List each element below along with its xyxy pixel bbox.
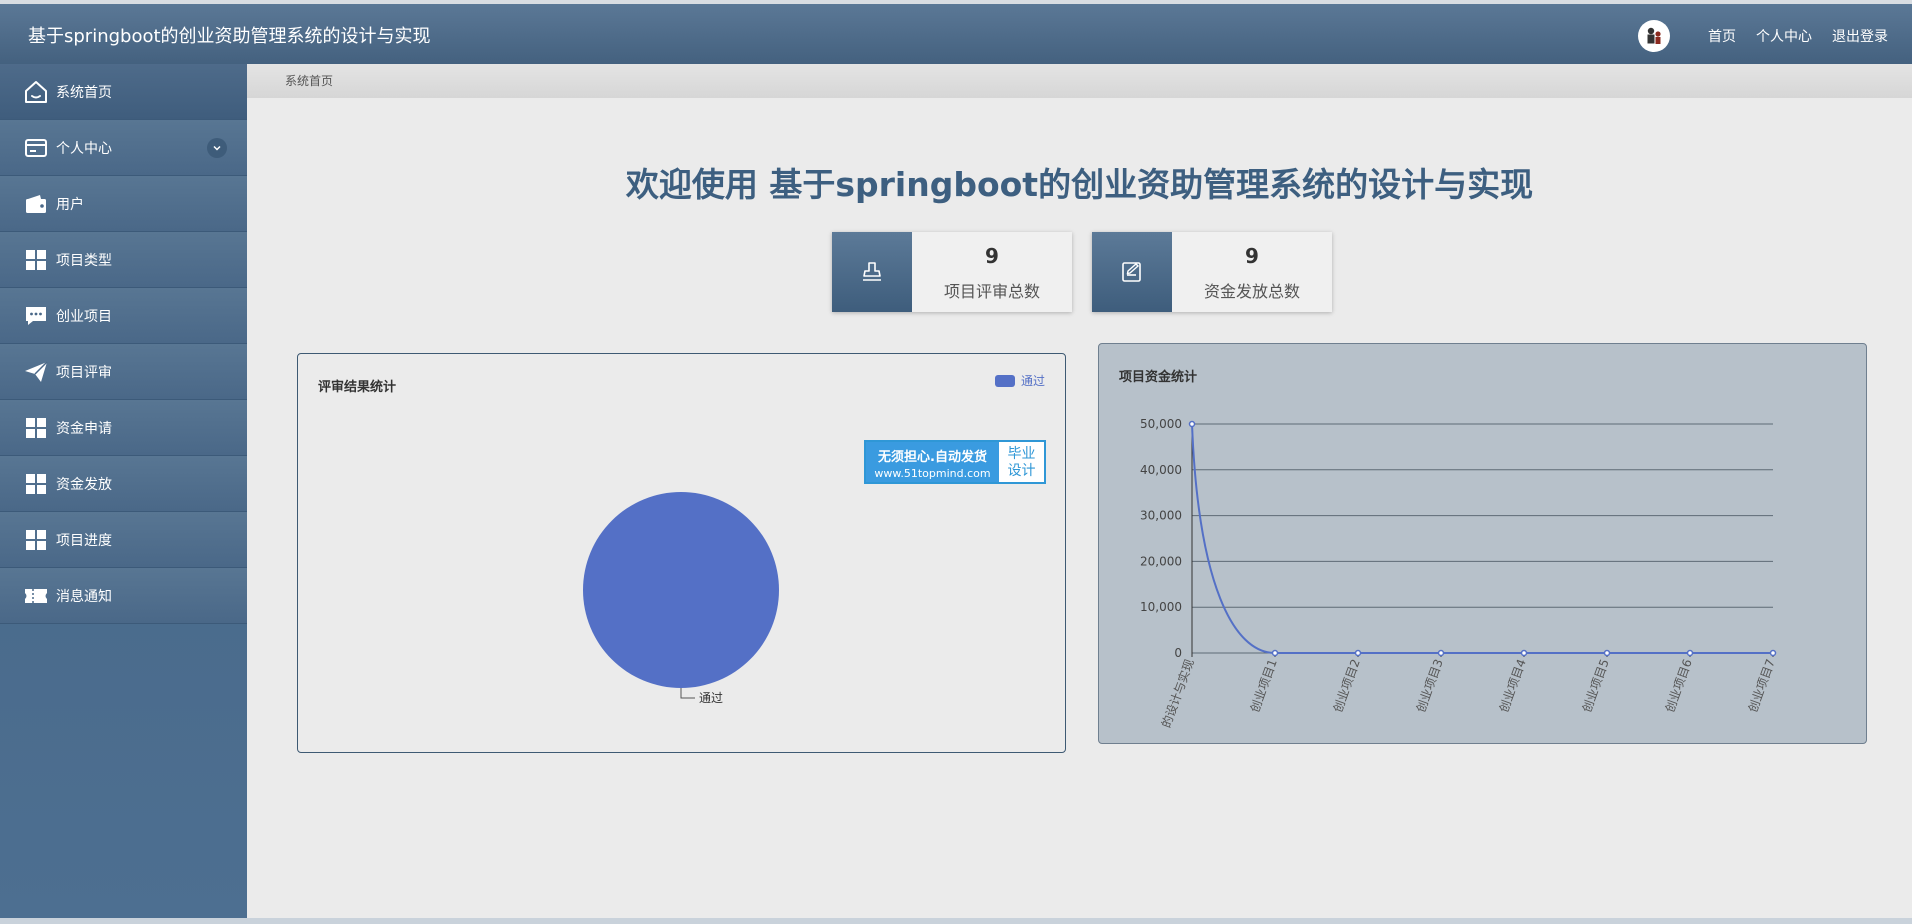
grid-icon xyxy=(22,414,50,442)
data-point xyxy=(1603,649,1611,657)
data-point xyxy=(1188,420,1196,428)
y-tick-label: 40,000 xyxy=(1140,463,1182,477)
x-tick-label: 创业项目4 xyxy=(1497,657,1529,714)
data-point xyxy=(1520,649,1528,657)
stat-body: 9 资金发放总数 xyxy=(1172,232,1332,312)
line-chart: 0 10,000 20,000 30,000 40,000 50,000 的设计与实现 创业项… xyxy=(1140,417,1778,730)
sidebar-item-profile[interactable]: 个人中心 xyxy=(0,120,247,176)
sidebar-item-label: 资金发放 xyxy=(56,476,112,493)
x-tick-label: 创业项目1 xyxy=(1248,657,1280,714)
sidebar-item-project-review[interactable]: 项目评审 xyxy=(0,344,247,400)
stat-value: 9 xyxy=(985,244,999,268)
x-tick-label: 创业项目5 xyxy=(1580,657,1612,714)
stat-icon-box xyxy=(832,232,912,312)
top-nav: 首页 个人中心 退出登录 xyxy=(1638,20,1888,52)
sidebar-item-label: 创业项目 xyxy=(56,308,112,325)
y-tick-label: 20,000 xyxy=(1140,554,1182,568)
stat-label: 资金发放总数 xyxy=(1203,282,1300,301)
avatar-icon xyxy=(1647,27,1661,44)
sidebar: 系统首页 个人中心 用户 项目类型 创业项目 项目评审 资金申请 资金发放 项目… xyxy=(0,64,247,918)
bottom-strip xyxy=(0,918,1912,924)
stat-label: 项目评审总数 xyxy=(943,282,1040,301)
paper-plane-icon xyxy=(22,358,50,386)
stat-card-review-total: 9 项目评审总数 xyxy=(832,232,1072,312)
nav-home-link[interactable]: 首页 xyxy=(1708,26,1736,46)
sidebar-item-label: 用户 xyxy=(56,196,84,213)
pie-label: 通过 xyxy=(699,691,723,705)
review-result-chart-panel: 评审结果统计 通过 无须担心.自动发货 www.51topmind.com 毕业… xyxy=(297,353,1066,753)
y-tick-label: 30,000 xyxy=(1140,509,1182,523)
grid-icon xyxy=(22,526,50,554)
chevron-down-icon[interactable] xyxy=(207,137,227,158)
sidebar-item-notifications[interactable]: 消息通知 xyxy=(0,568,247,624)
ticket-icon xyxy=(22,582,50,610)
card-icon xyxy=(22,134,50,162)
x-tick-label: 的设计与实现 xyxy=(1158,657,1197,730)
y-tick-label: 50,000 xyxy=(1140,417,1182,431)
page-title: 欢迎使用 基于springboot的创业资助管理系统的设计与实现 xyxy=(625,165,1534,204)
stat-card-fund-total: 9 资金发放总数 xyxy=(1092,232,1332,312)
sidebar-item-startup-project[interactable]: 创业项目 xyxy=(0,288,247,344)
sidebar-item-label: 个人中心 xyxy=(56,140,112,157)
pie-slice xyxy=(583,492,779,688)
x-tick-label: 创业项目3 xyxy=(1414,657,1446,714)
sidebar-item-label: 项目进度 xyxy=(56,532,112,549)
nav-logout-link[interactable]: 退出登录 xyxy=(1832,26,1888,46)
avatar[interactable] xyxy=(1638,20,1670,52)
app-title: 基于springboot的创业资助管理系统的设计与实现 xyxy=(28,26,431,47)
sidebar-item-label: 系统首页 xyxy=(56,84,112,101)
nav-profile-link[interactable]: 个人中心 xyxy=(1756,26,1812,46)
x-tick-label: 创业项目2 xyxy=(1331,657,1363,714)
sidebar-item-label: 资金申请 xyxy=(56,420,112,437)
home-icon xyxy=(22,78,50,106)
sidebar-item-users[interactable]: 用户 xyxy=(0,176,247,232)
stat-value: 9 xyxy=(1245,244,1259,268)
sidebar-item-fund-disbursement[interactable]: 资金发放 xyxy=(0,456,247,512)
wallet-icon xyxy=(22,190,50,218)
edit-note-icon xyxy=(1122,262,1141,282)
stamp-icon xyxy=(863,262,881,281)
data-point xyxy=(1437,649,1445,657)
chat-icon xyxy=(22,302,50,330)
sidebar-item-fund-application[interactable]: 资金申请 xyxy=(0,400,247,456)
sidebar-item-home[interactable]: 系统首页 xyxy=(0,64,247,120)
breadcrumb[interactable]: 系统首页 xyxy=(285,72,333,89)
data-point xyxy=(1769,649,1777,657)
sidebar-item-label: 项目类型 xyxy=(56,252,112,269)
sidebar-item-label: 项目评审 xyxy=(56,364,112,381)
grid-icon xyxy=(22,246,50,274)
y-tick-label: 10,000 xyxy=(1140,600,1182,614)
breadcrumb-bar: 系统首页 xyxy=(247,64,1912,98)
pie-label-line xyxy=(680,688,695,699)
x-tick-label: 创业项目6 xyxy=(1663,657,1695,714)
data-point xyxy=(1271,649,1279,657)
data-point xyxy=(1354,649,1362,657)
stat-body: 9 项目评审总数 xyxy=(912,232,1072,312)
stat-icon-box xyxy=(1092,232,1172,312)
sidebar-item-project-progress[interactable]: 项目进度 xyxy=(0,512,247,568)
top-bar: 基于springboot的创业资助管理系统的设计与实现 首页 个人中心 退出登录 xyxy=(0,0,1912,64)
series-line xyxy=(1191,423,1773,654)
data-point xyxy=(1686,649,1694,657)
pie-chart: 通过 xyxy=(583,492,779,705)
sidebar-item-label: 消息通知 xyxy=(56,588,112,605)
x-tick-label: 创业项目7 xyxy=(1746,657,1778,714)
sidebar-item-project-type[interactable]: 项目类型 xyxy=(0,232,247,288)
grid-icon xyxy=(22,470,50,498)
project-fund-chart-panel: 项目资金统计 0 10,000 20,000 30,000 40,000 50,000 的设… xyxy=(1098,343,1867,744)
y-tick-label: 0 xyxy=(1174,646,1182,660)
